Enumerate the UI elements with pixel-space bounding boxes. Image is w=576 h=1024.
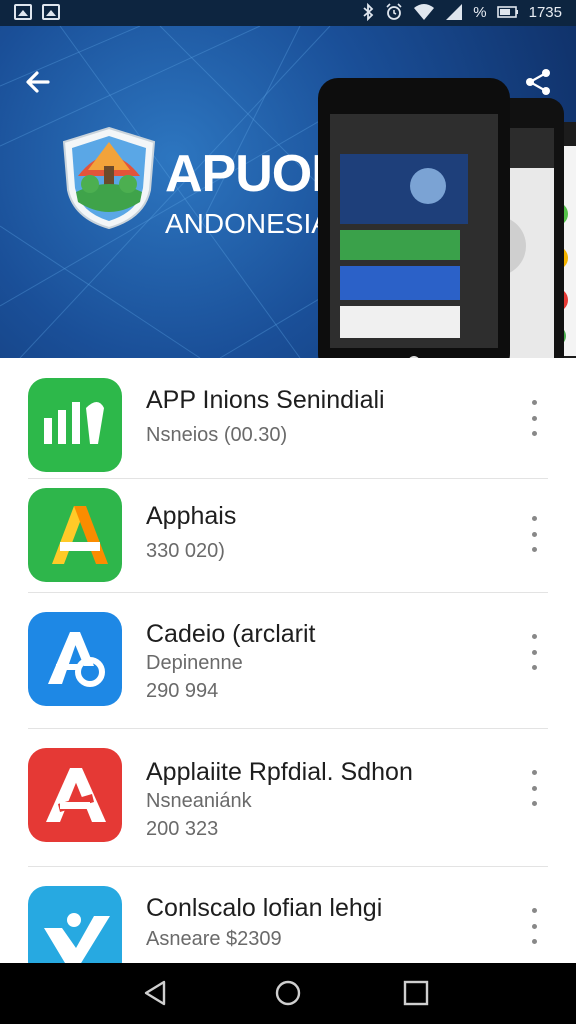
app-meta: 200 323 <box>146 818 219 840</box>
bluetooth-icon <box>363 3 374 21</box>
letter-a-app-icon[interactable] <box>28 488 122 582</box>
app-subtitle: Nsneaniánk <box>146 790 252 812</box>
more-options-icon[interactable] <box>524 400 544 436</box>
recents-square-icon[interactable] <box>400 977 432 1009</box>
signal-icon <box>446 4 463 20</box>
back-triangle-icon[interactable] <box>140 977 172 1009</box>
list-item[interactable]: Applaiite Rpfdial. Sdhon Nsneaniánk 200 … <box>0 728 576 867</box>
app-title[interactable]: Applaiite Rpfdial. Sdhon <box>146 758 413 787</box>
app-title[interactable]: APP Inions Senindiali <box>146 386 385 415</box>
status-bar: % 1735 <box>0 0 576 26</box>
more-options-icon[interactable] <box>524 908 544 944</box>
letter-a-red-app-icon[interactable] <box>28 748 122 842</box>
list-item[interactable]: Cadeio (arclarit Depinenne 290 994 <box>0 592 576 730</box>
battery-text: % <box>473 3 487 21</box>
system-nav-bar <box>0 963 576 1024</box>
app-subtitle: 330 020) <box>146 540 225 562</box>
chart-app-icon[interactable] <box>28 378 122 472</box>
phones-illustration <box>318 78 576 358</box>
more-options-icon[interactable] <box>524 516 544 552</box>
app-title[interactable]: Conlscalo lofian lehgi <box>146 894 382 923</box>
list-item[interactable]: APP Inions Senindiali Nsneios (00.30) <box>0 358 576 496</box>
image-icon <box>42 4 60 20</box>
more-options-icon[interactable] <box>524 634 544 670</box>
brand-subtitle: ANDONESIA <box>165 208 330 239</box>
app-subtitle: Nsneios (00.30) <box>146 424 288 446</box>
app-title[interactable]: Cadeio (arclarit <box>146 620 316 649</box>
alarm-icon <box>386 3 402 20</box>
brand-logo <box>62 126 156 230</box>
letter-a-blue-app-icon[interactable] <box>28 612 122 706</box>
hero-banner: APUOR ANDONESIA <box>0 26 576 358</box>
image-icon <box>14 4 32 20</box>
app-title[interactable]: Apphais <box>146 502 236 531</box>
more-options-icon[interactable] <box>524 770 544 806</box>
app-meta: 290 994 <box>146 680 219 702</box>
status-time: 1735 <box>528 3 562 21</box>
home-circle-icon[interactable] <box>272 977 304 1009</box>
back-arrow-icon[interactable] <box>20 64 56 100</box>
app-subtitle: Asneare $2309 <box>146 928 282 950</box>
app-subtitle: Depinenne <box>146 652 243 674</box>
battery-icon <box>496 6 518 18</box>
wifi-icon <box>414 4 435 20</box>
